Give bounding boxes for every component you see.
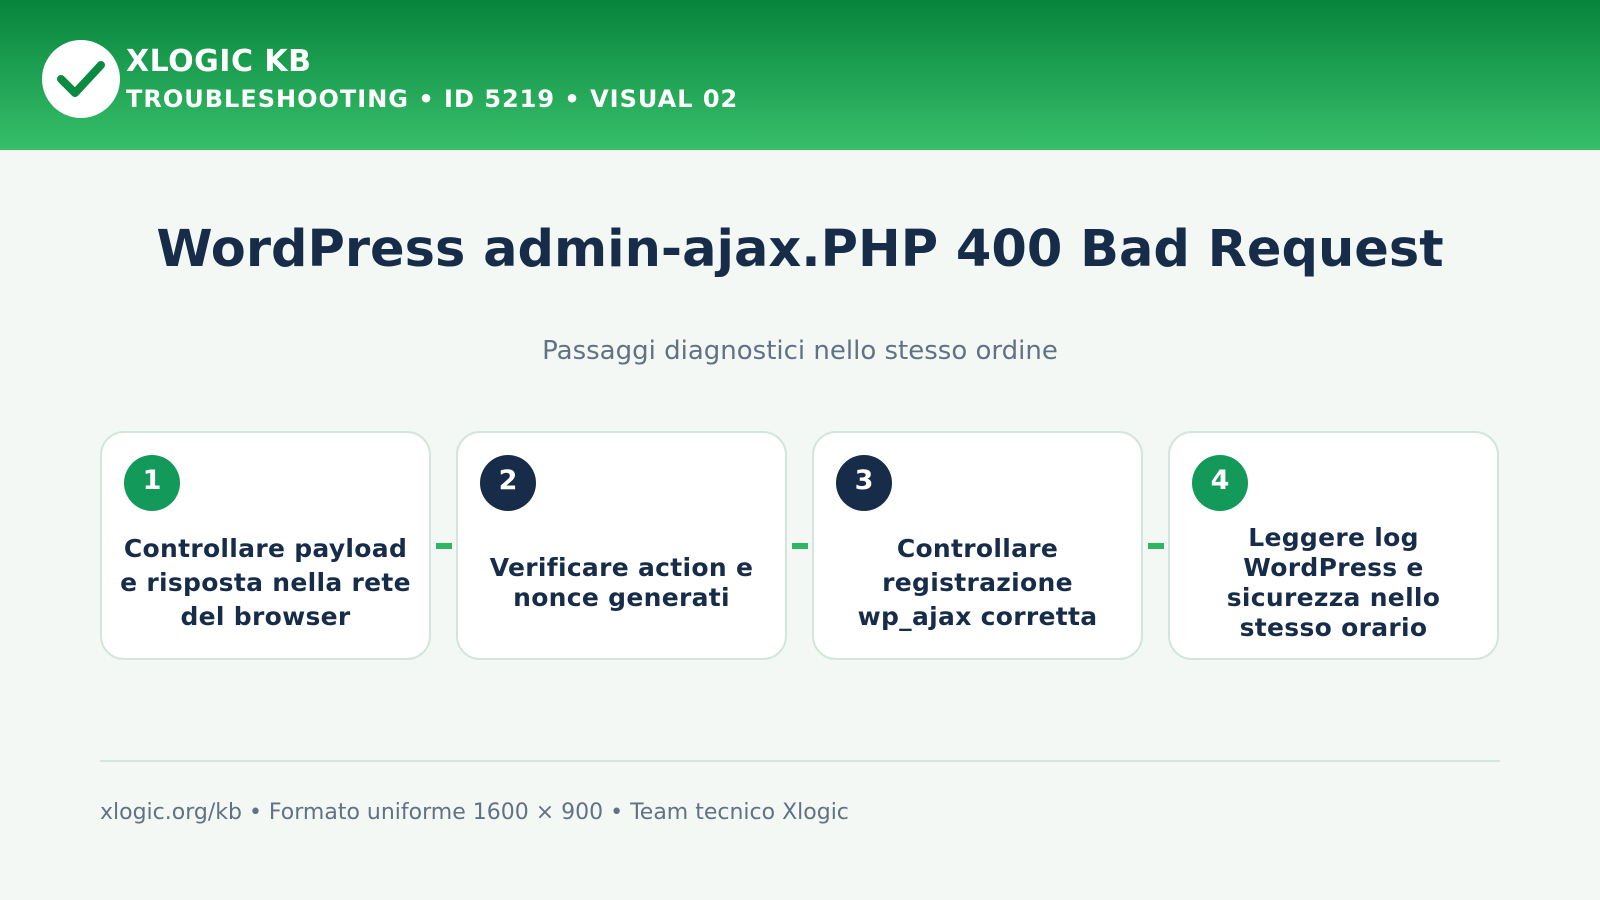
step-text: Controllare registrazione wp_ajax corret… — [857, 533, 1098, 631]
brand-name: XLOGIC KB — [126, 44, 312, 79]
header-banner: XLOGIC KB TROUBLESHOOTING • ID 5219 • VI… — [0, 0, 1600, 150]
step-text: Controllare payload e risposta nella ret… — [120, 533, 411, 631]
checkmark-icon — [57, 61, 105, 97]
step-number-badge: 4 — [1192, 455, 1248, 511]
page-subtitle: Passaggi diagnostici nello stesso ordine — [542, 336, 1058, 366]
step-card-2: 2 Verificare action e nonce generati — [456, 431, 787, 660]
page-title: WordPress admin-ajax.PHP 400 Bad Request — [156, 220, 1444, 279]
step-card-4: 4 Leggere log WordPress e sicurezza nell… — [1168, 431, 1499, 660]
step-connector — [792, 543, 808, 549]
logo-badge — [42, 40, 120, 118]
step-card-3: 3 Controllare registrazione wp_ajax corr… — [812, 431, 1143, 660]
step-connector — [436, 543, 452, 549]
step-text: Verificare action e nonce generati — [489, 552, 754, 612]
footer-text: xlogic.org/kb • Formato uniforme 1600 × … — [100, 800, 849, 825]
step-connector — [1148, 543, 1164, 549]
step-number-badge: 1 — [124, 455, 180, 511]
step-card-1: 1 Controllare payload e risposta nella r… — [100, 431, 431, 660]
footer-divider — [100, 760, 1500, 762]
step-number-badge: 3 — [836, 455, 892, 511]
step-number-badge: 2 — [480, 455, 536, 511]
step-text: Leggere log WordPress e sicurezza nello … — [1226, 522, 1441, 642]
header-meta: TROUBLESHOOTING • ID 5219 • VISUAL 02 — [126, 85, 739, 113]
